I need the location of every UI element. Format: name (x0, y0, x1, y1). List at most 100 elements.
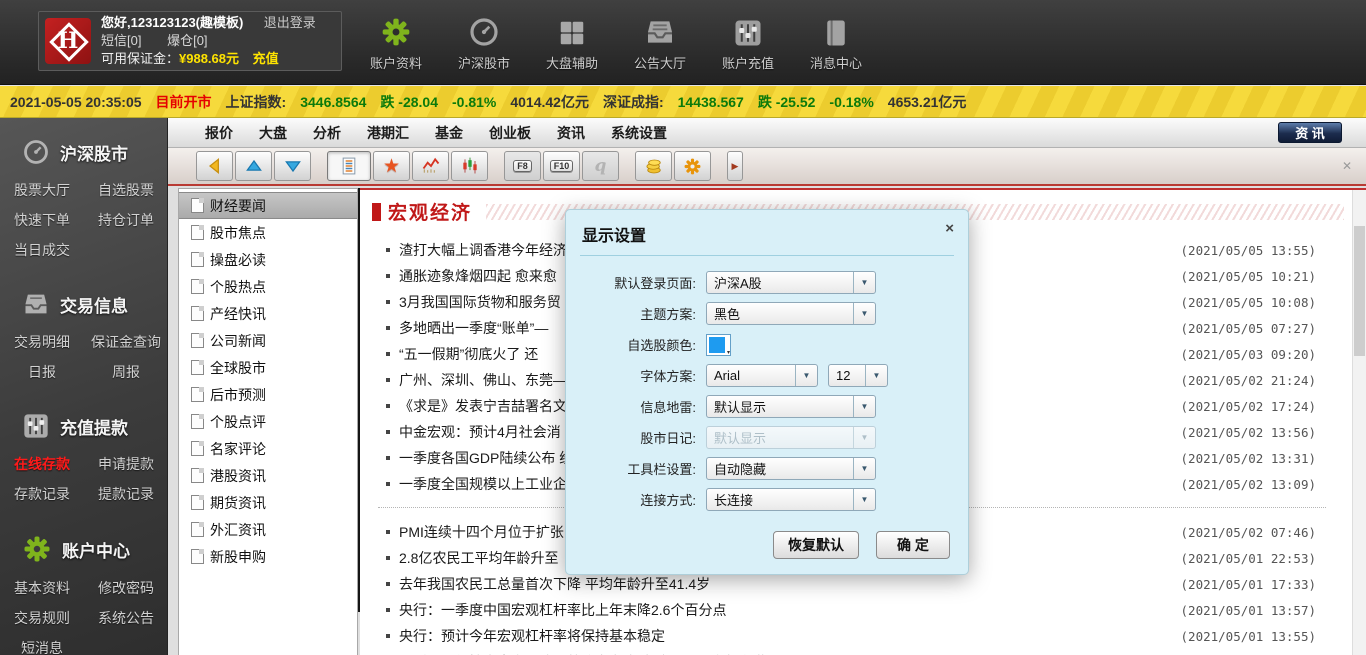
category-item[interactable]: 全球股市 (179, 354, 357, 381)
connection-select[interactable]: 长连接 ▼ (706, 488, 876, 511)
toolbar-expand-button[interactable]: ▶ (727, 151, 743, 181)
recharge-link[interactable]: 充值 (253, 51, 279, 66)
favorite-color-picker[interactable]: ▾ (706, 334, 731, 356)
sidebar-item-favorite-stocks[interactable]: 自选股票 (84, 180, 168, 200)
restore-defaults-button[interactable]: 恢复默认 (773, 531, 859, 559)
document-icon (191, 306, 204, 321)
category-label: 外汇资讯 (210, 520, 266, 540)
category-item[interactable]: 后市预测 (179, 381, 357, 408)
sidebar-item-online-deposit[interactable]: 在线存款 (0, 454, 84, 474)
sidebar-item-position-orders[interactable]: 持仓订单 (84, 210, 168, 230)
nav-label: 消息中心 (810, 53, 862, 72)
trend-chart-button[interactable] (412, 151, 449, 181)
sidebar-header-account[interactable]: 账户中心 (0, 534, 167, 564)
sidebar-item-trade-rules[interactable]: 交易规则 (0, 608, 84, 628)
menu-tab[interactable]: 大盘 (246, 123, 300, 143)
category-item[interactable]: 产经快讯 (179, 300, 357, 327)
menu-tab[interactable]: 港期汇 (354, 123, 422, 143)
sidebar-header-trade-info[interactable]: 交易信息 (0, 290, 167, 318)
sidebar-header-market[interactable]: 沪深股市 (0, 138, 167, 166)
menu-tab[interactable]: 创业板 (476, 123, 544, 143)
category-item[interactable]: 个股热点 (179, 273, 357, 300)
menu-tab[interactable]: 资讯 (544, 123, 598, 143)
news-row[interactable]: 习近平：保持生态文明建设战略定力 努力建设人与自然和谐 (2021/05/01 … (372, 649, 1350, 655)
sidebar-item-weekly-report[interactable]: 周报 (84, 362, 168, 382)
close-icon[interactable]: × (945, 220, 954, 237)
category-item[interactable]: 港股资讯 (179, 462, 357, 489)
query-button[interactable]: q (582, 151, 619, 181)
menu-tab[interactable]: 基金 (422, 123, 476, 143)
sidebar-item-withdraw-request[interactable]: 申请提款 (84, 454, 168, 474)
category-item[interactable]: 新股申购 (179, 543, 357, 570)
category-item[interactable]: 股市焦点 (179, 219, 357, 246)
favorites-button[interactable]: ★ (373, 151, 410, 181)
top-nav: 账户资料 沪深股市 大盘辅助 公告大厅 (352, 12, 880, 72)
down-arrow-button[interactable] (274, 151, 311, 181)
category-item[interactable]: 操盘必读 (179, 246, 357, 273)
menu-tab[interactable]: 分析 (300, 123, 354, 143)
default-page-select[interactable]: 沪深A股 ▼ (706, 271, 876, 294)
category-item[interactable]: 个股点评 (179, 408, 357, 435)
bullet-icon (386, 556, 390, 560)
sidebar-item-withdraw-records[interactable]: 提款记录 (84, 484, 168, 504)
bullet-icon (386, 482, 390, 486)
font-family-select[interactable]: Arial ▼ (706, 364, 818, 387)
sidebar-item-basic-profile[interactable]: 基本资料 (0, 578, 84, 598)
section-title: 宏观经济 (388, 198, 472, 225)
theme-select[interactable]: 黑色 ▼ (706, 302, 876, 325)
sidebar-item-margin-query[interactable]: 保证金查询 (84, 332, 168, 352)
category-item[interactable]: 名家评论 (179, 435, 357, 462)
sidebar-item-short-message[interactable]: 短消息 (0, 638, 84, 655)
news-scrollbar[interactable] (1352, 190, 1366, 655)
up-arrow-button[interactable] (235, 151, 272, 181)
kline-chart-button[interactable] (451, 151, 488, 181)
nav-market[interactable]: 沪深股市 (440, 12, 528, 72)
menu-tab[interactable]: 报价 (192, 123, 246, 143)
nav-account-recharge[interactable]: 账户充值 (704, 12, 792, 72)
news-row[interactable]: 央行：预计今年宏观杠杆率将保持基本稳定 (2021/05/01 13:55) (372, 623, 1350, 649)
font-size-select[interactable]: 12 ▼ (828, 364, 888, 387)
sms-link[interactable]: 短信[0] (101, 33, 141, 48)
nav-market-helper[interactable]: 大盘辅助 (528, 12, 616, 72)
sidebar-item-deposit-records[interactable]: 存款记录 (0, 484, 84, 504)
nav-label: 账户充值 (722, 53, 774, 72)
nav-announcements[interactable]: 公告大厅 (616, 12, 704, 72)
sidebar-item-trade-details[interactable]: 交易明细 (0, 332, 84, 352)
sidebar-header-deposit[interactable]: 充值提款 (0, 412, 167, 440)
blowout-link[interactable]: 爆仓[0] (167, 33, 207, 48)
toolbar-setting-select[interactable]: 自动隐藏 ▼ (706, 457, 876, 480)
document-icon (191, 495, 204, 510)
category-item[interactable]: 财经要闻 (179, 192, 357, 219)
news-row[interactable]: 央行：一季度中国宏观杠杆率比上年末降2.6个百分点 (2021/05/01 13… (372, 597, 1350, 623)
settings-button[interactable] (674, 151, 711, 181)
category-item[interactable]: 公司新闻 (179, 327, 357, 354)
scrollbar-thumb[interactable] (1354, 226, 1365, 356)
logout-link[interactable]: 退出登录 (264, 15, 316, 30)
gear-icon (683, 157, 702, 176)
sidebar-item-daily-report[interactable]: 日报 (0, 362, 84, 382)
toolbar-close-icon[interactable]: ✕ (1342, 159, 1352, 173)
f8-key-icon: F8 (513, 160, 532, 172)
category-item[interactable]: 外汇资讯 (179, 516, 357, 543)
menu-tab[interactable]: 系统设置 (598, 123, 680, 143)
info-mine-select[interactable]: 默认显示 ▼ (706, 395, 876, 418)
back-arrow-button[interactable] (196, 151, 233, 181)
sidebar-item-quick-order[interactable]: 快速下单 (0, 210, 84, 230)
news-panel-button[interactable]: 资 讯 (1278, 122, 1342, 143)
confirm-button[interactable]: 确 定 (876, 531, 950, 559)
sidebar-item-stock-hall[interactable]: 股票大厅 (0, 180, 84, 200)
funds-button[interactable] (635, 151, 672, 181)
up-arrow-icon (244, 156, 264, 176)
bullet-icon (386, 352, 390, 356)
sidebar-item-today-deals[interactable]: 当日成交 (0, 240, 84, 260)
nav-message-center[interactable]: 消息中心 (792, 12, 880, 72)
news-time: (2021/05/05 10:21) (1181, 269, 1350, 284)
sidebar-item-change-password[interactable]: 修改密码 (84, 578, 168, 598)
category-item[interactable]: 期货资讯 (179, 489, 357, 516)
f8-key-button[interactable]: F8 (504, 151, 541, 181)
margin-value: ¥988.68元 (179, 51, 239, 66)
f10-key-button[interactable]: F10 (543, 151, 580, 181)
nav-account-profile[interactable]: 账户资料 (352, 12, 440, 72)
quote-list-button[interactable] (327, 151, 371, 181)
sidebar-item-system-notice[interactable]: 系统公告 (84, 608, 168, 628)
